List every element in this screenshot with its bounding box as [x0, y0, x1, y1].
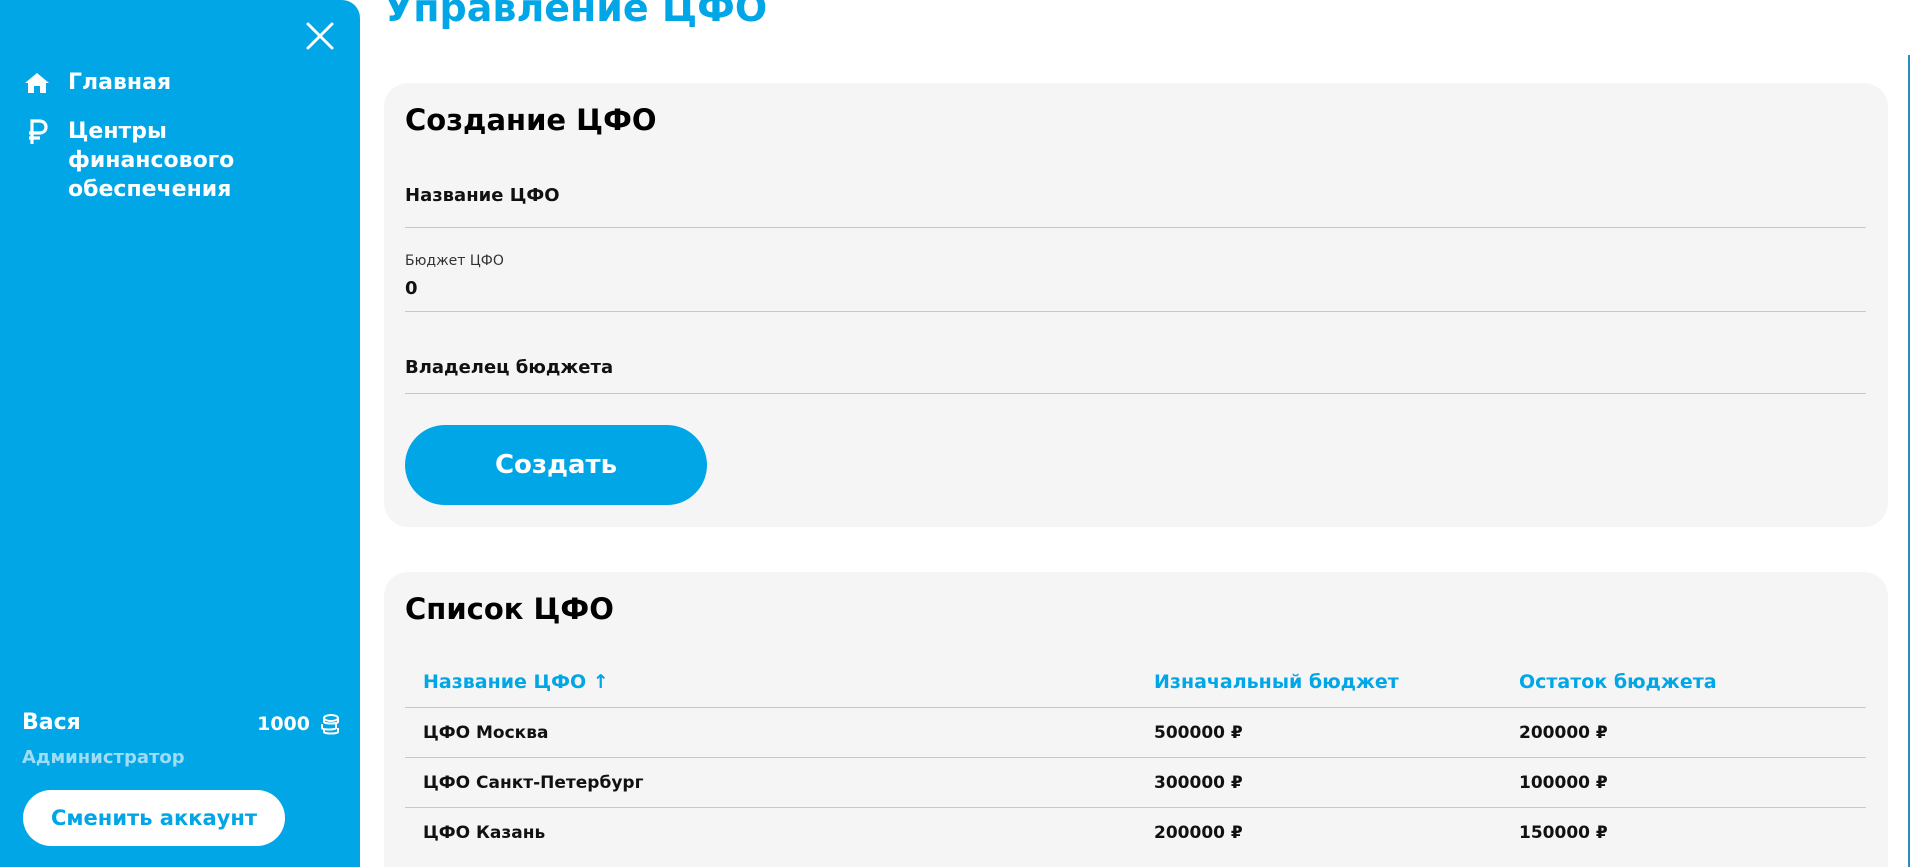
switch-account-button[interactable]: Сменить аккаунт	[23, 790, 285, 846]
cell-remaining-budget: 200000 ₽	[1519, 722, 1608, 743]
cell-name: ЦФО Москва	[423, 722, 549, 743]
budget-input[interactable]	[405, 273, 1866, 303]
column-header-initial-budget[interactable]: Изначальный бюджет	[1154, 657, 1399, 707]
table-header-row: Название ЦФО ↑ Изначальный бюджет Остато…	[405, 657, 1866, 708]
name-input[interactable]	[405, 187, 1866, 217]
user-role: Администратор	[22, 747, 185, 768]
sidebar: Главная Центры финансового обеспечения В…	[0, 0, 360, 867]
create-button[interactable]: Создать	[405, 425, 707, 505]
owner-input[interactable]	[405, 359, 1866, 389]
budget-field[interactable]: Бюджет ЦФО	[405, 251, 1866, 312]
user-balance: 1000	[240, 713, 340, 735]
cell-initial-budget: 300000 ₽	[1154, 772, 1243, 793]
cell-name: ЦФО Санкт-Петербург	[423, 772, 644, 793]
budget-field-label: Бюджет ЦФО	[405, 253, 504, 269]
name-field[interactable]: Название ЦФО	[405, 179, 1866, 228]
coins-icon	[321, 714, 339, 735]
ruble-icon	[22, 117, 52, 147]
cell-remaining-budget: 100000 ₽	[1519, 772, 1608, 793]
list-card-title: Список ЦФО	[405, 592, 614, 626]
close-icon	[306, 22, 334, 50]
column-header-remaining-budget[interactable]: Остаток бюджета	[1519, 657, 1717, 707]
sidebar-item-label: Главная	[68, 70, 172, 95]
owner-field[interactable]: Владелец бюджета	[405, 337, 1866, 394]
cell-initial-budget: 500000 ₽	[1154, 722, 1243, 743]
cell-remaining-budget: 150000 ₽	[1519, 822, 1608, 843]
balance-value: 1000	[257, 713, 310, 735]
close-sidebar-button[interactable]	[302, 18, 338, 54]
table-row[interactable]: ЦФО Санкт-Петербург 300000 ₽ 100000 ₽	[405, 758, 1866, 808]
cfo-table: Название ЦФО ↑ Изначальный бюджет Остато…	[405, 657, 1866, 857]
create-card: Создание ЦФО Название ЦФО Бюджет ЦФО Вла…	[384, 83, 1888, 527]
page-title: Управление ЦФО	[384, 0, 768, 30]
create-card-title: Создание ЦФО	[405, 103, 657, 137]
column-header-name[interactable]: Название ЦФО ↑	[423, 657, 609, 707]
page-scrollbar[interactable]	[1908, 55, 1910, 867]
cell-initial-budget: 200000 ₽	[1154, 822, 1243, 843]
user-name: Вася	[22, 710, 81, 735]
cell-name: ЦФО Казань	[423, 822, 546, 843]
list-card: Список ЦФО Название ЦФО ↑ Изначальный бю…	[384, 572, 1888, 867]
home-icon	[22, 68, 52, 98]
sidebar-item-label: Центры финансового обеспечения	[68, 119, 235, 202]
app-root: Главная Центры финансового обеспечения В…	[0, 0, 1912, 867]
sidebar-item-home[interactable]: Главная	[22, 68, 338, 98]
table-row[interactable]: ЦФО Казань 200000 ₽ 150000 ₽	[405, 808, 1866, 857]
sidebar-item-finance-centers[interactable]: Центры финансового обеспечения	[22, 117, 338, 204]
table-row[interactable]: ЦФО Москва 500000 ₽ 200000 ₽	[405, 708, 1866, 758]
